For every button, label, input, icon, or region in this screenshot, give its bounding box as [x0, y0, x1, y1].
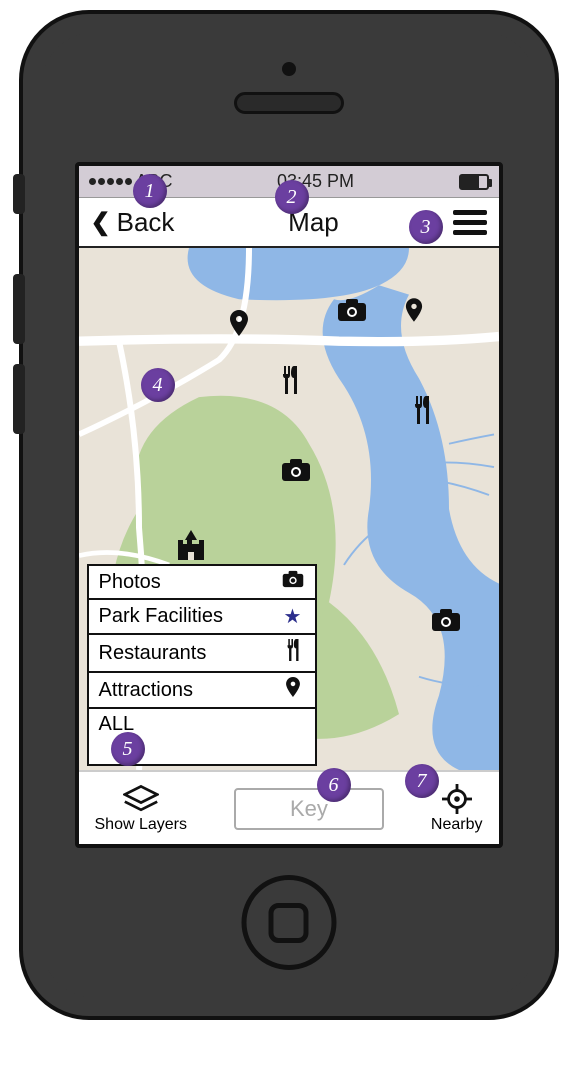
back-label: Back: [117, 207, 175, 238]
annotation-1: 1: [133, 174, 167, 208]
camera-icon[interactable]: [337, 298, 367, 327]
nearby-button[interactable]: Nearby: [431, 784, 483, 834]
map-canvas[interactable]: Photos Park Facilities ★ Restaurants: [79, 248, 499, 770]
battery-icon: [459, 174, 489, 190]
annotation-6: 6: [317, 768, 351, 802]
key-label: Key: [290, 796, 328, 822]
layer-row-attractions[interactable]: Attractions: [89, 673, 315, 709]
annotation-7: 7: [405, 764, 439, 798]
volume-down: [13, 364, 25, 434]
fork-knife-icon[interactable]: [411, 396, 433, 429]
annotation-4: 4: [141, 368, 175, 402]
layer-label: Attractions: [99, 679, 193, 702]
show-layers-button[interactable]: Show Layers: [95, 784, 188, 834]
fork-knife-icon: [281, 639, 305, 667]
pin-icon[interactable]: [405, 298, 423, 327]
mute-switch: [13, 174, 25, 214]
volume-up: [13, 274, 25, 344]
key-button[interactable]: Key: [234, 788, 384, 830]
show-layers-label: Show Layers: [95, 816, 188, 834]
back-button[interactable]: ❮ Back: [91, 207, 175, 238]
castle-icon[interactable]: [175, 530, 207, 567]
chevron-left-icon: ❮: [91, 208, 111, 237]
fork-knife-icon[interactable]: [279, 366, 301, 399]
camera-icon: [281, 570, 305, 594]
annotation-2: 2: [275, 180, 309, 214]
layer-label: Park Facilities: [99, 605, 223, 628]
home-button[interactable]: [241, 875, 336, 970]
layer-row-photos[interactable]: Photos: [89, 566, 315, 600]
layers-icon: [123, 784, 159, 814]
layer-label: Photos: [99, 571, 161, 594]
menu-button[interactable]: [453, 210, 487, 235]
layer-row-restaurants[interactable]: Restaurants: [89, 635, 315, 673]
pin-icon: [281, 677, 305, 703]
layer-row-facilities[interactable]: Park Facilities ★: [89, 600, 315, 635]
crosshair-icon: [439, 784, 475, 814]
annotation-5: 5: [111, 732, 145, 766]
nearby-label: Nearby: [431, 816, 483, 834]
camera-icon[interactable]: [281, 458, 311, 487]
speaker-grille: [234, 92, 344, 114]
annotation-3: 3: [409, 210, 443, 244]
signal-dots-icon: [89, 178, 132, 185]
layer-label: Restaurants: [99, 642, 207, 665]
star-icon: ★: [281, 604, 305, 629]
screen: 1 2 3 4 5 6 7 ABC 03:45 PM: [75, 162, 503, 848]
front-camera: [282, 62, 296, 76]
pin-icon[interactable]: [229, 310, 249, 341]
camera-icon[interactable]: [431, 608, 461, 637]
phone-frame: 1 2 3 4 5 6 7 ABC 03:45 PM: [19, 10, 559, 1020]
